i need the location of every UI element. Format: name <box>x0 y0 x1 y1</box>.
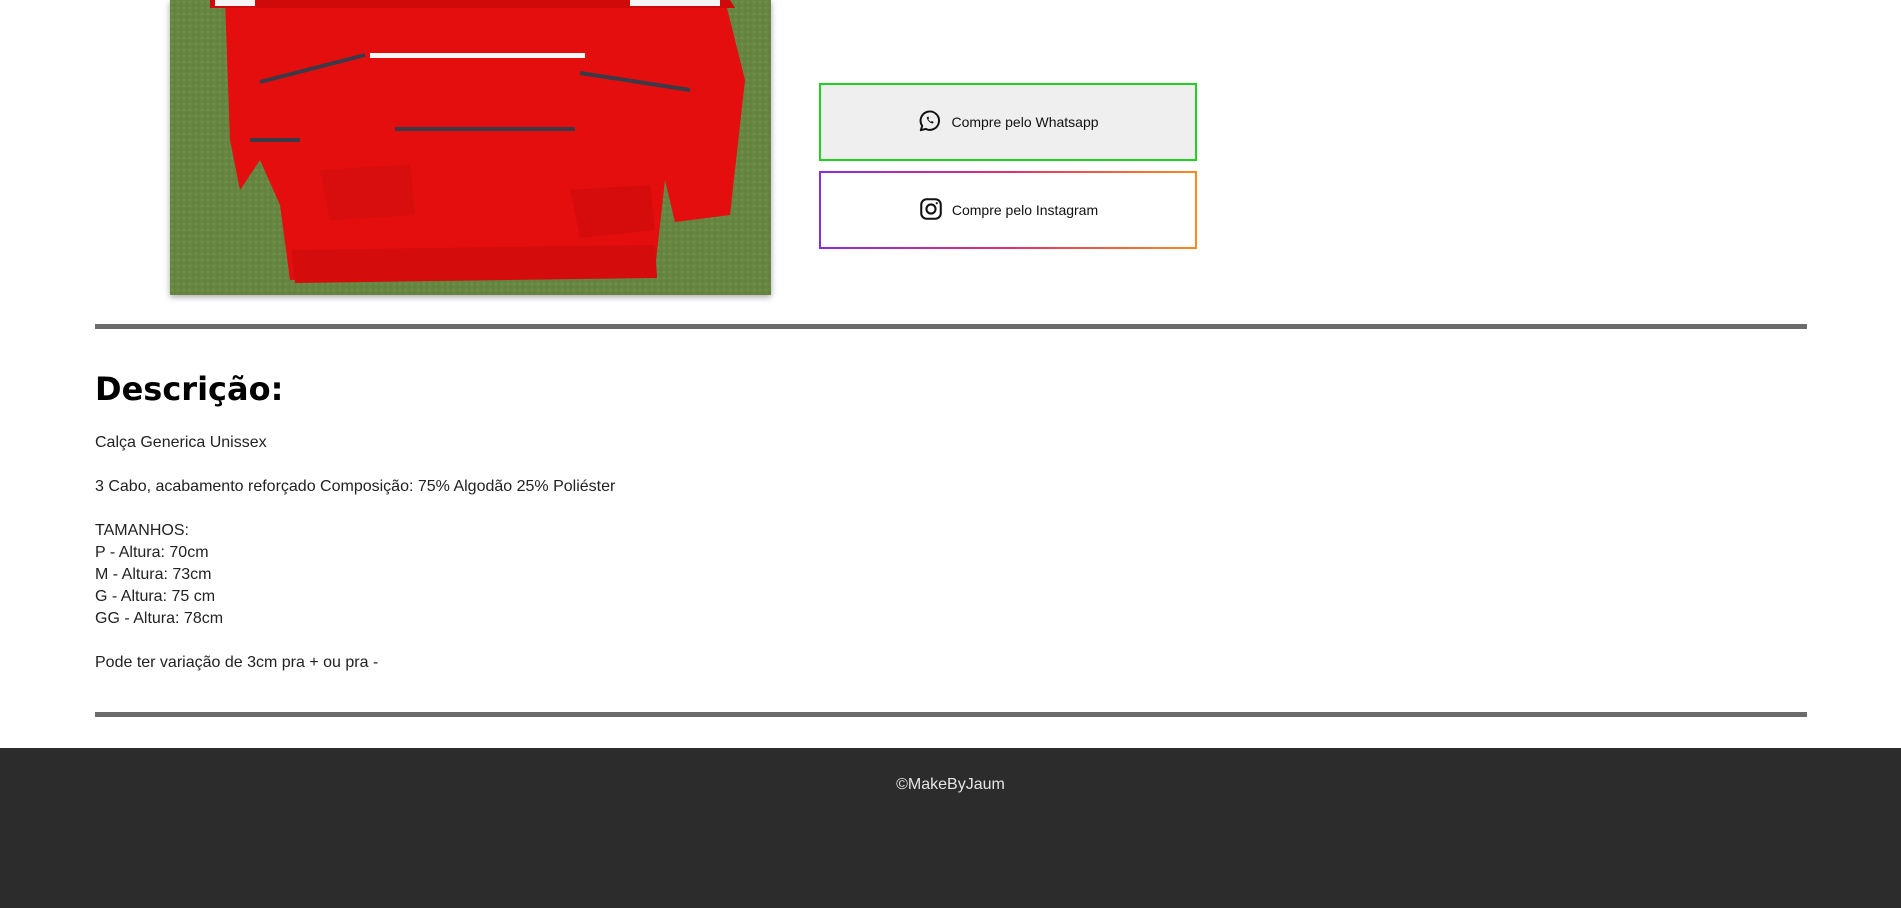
product-photo <box>170 0 771 295</box>
size-item: GG - Altura: 78cm <box>95 610 224 627</box>
divider-top <box>95 324 1807 329</box>
whatsapp-icon <box>917 108 943 137</box>
description-title: Descrição: <box>95 370 284 408</box>
divider-bottom <box>95 712 1807 717</box>
product-composition: 3 Cabo, acabamento reforçado Composição:… <box>95 478 616 495</box>
instagram-buy-button[interactable]: Compre pelo Instagram <box>819 171 1197 249</box>
copyright-text: ©MakeByJaum <box>896 776 1005 793</box>
whatsapp-buy-button[interactable]: Compre pelo Whatsapp <box>819 83 1197 161</box>
size-item: M - Altura: 73cm <box>95 566 212 583</box>
product-image <box>170 0 771 295</box>
size-item: P - Altura: 70cm <box>95 544 209 561</box>
product-name: Calça Generica Unissex <box>95 434 267 451</box>
size-item: G - Altura: 75 cm <box>95 588 216 605</box>
instagram-button-label: Compre pelo Instagram <box>951 202 1099 218</box>
instagram-icon <box>918 196 944 225</box>
variation-note: Pode ter variação de 3cm pra + ou pra - <box>95 654 379 671</box>
whatsapp-button-label: Compre pelo Whatsapp <box>951 114 1099 130</box>
sizes-title: TAMANHOS: <box>95 522 189 539</box>
description-body: Calça Generica Unissex 3 Cabo, acabament… <box>95 432 1295 674</box>
footer: ©MakeByJaum <box>0 748 1901 908</box>
